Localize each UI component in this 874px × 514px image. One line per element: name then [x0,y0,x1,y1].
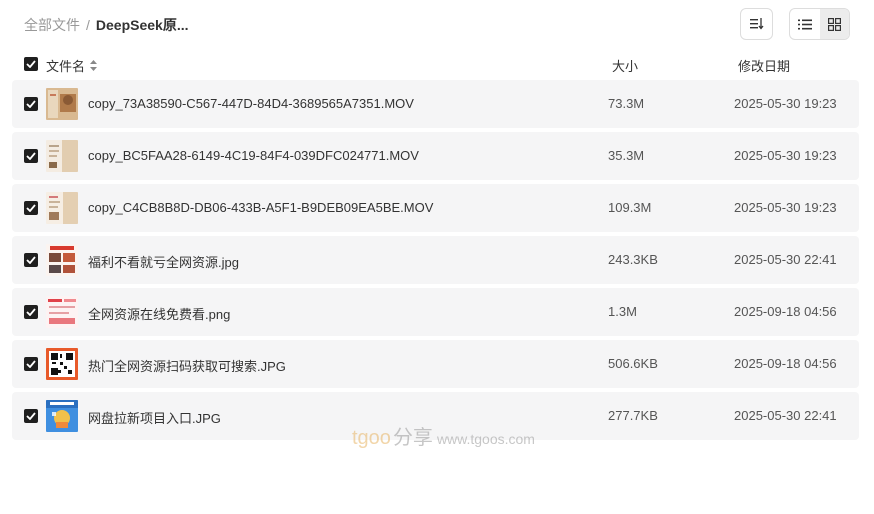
file-list: copy_73A38590-C567-447D-84D4-3689565A735… [12,80,859,444]
file-size: 243.3KB [608,252,658,267]
image-thumbnail [46,296,78,328]
check-icon [26,308,36,316]
video-thumbnail [46,88,78,120]
image-thumbnail [46,244,78,276]
grid-view-button[interactable] [819,9,849,39]
check-icon [26,152,36,160]
check-icon [26,204,36,212]
grid-view-icon [827,17,841,31]
breadcrumb-current: DeepSeek原... [95,17,189,33]
file-row[interactable]: copy_73A38590-C567-447D-84D4-3689565A735… [12,80,859,128]
file-size: 1.3M [608,304,637,319]
poster-thumbnail [46,400,78,432]
watermark-url: www.tgoos.com [436,431,535,447]
row-checkbox[interactable] [24,253,38,267]
name-column-header[interactable]: 文件名 [46,56,98,75]
check-icon [26,60,36,68]
file-row[interactable]: 全网资源在线免费看.png 1.3M 2025-09-18 04:56 [12,288,859,336]
file-name[interactable]: 全网资源在线免费看.png [88,304,230,323]
watermark: tgoo 分享 www.tgoos.com [352,421,535,450]
list-view-icon [797,19,812,29]
breadcrumb-root[interactable]: 全部文件 [24,15,80,35]
check-icon [26,256,36,264]
file-size: 35.3M [608,148,645,163]
file-date: 2025-09-18 04:56 [734,356,837,371]
list-view-button[interactable] [790,9,820,39]
file-date: 2025-09-18 04:56 [734,304,837,319]
row-checkbox[interactable] [24,149,38,163]
check-icon [26,412,36,420]
view-toggle [789,8,850,40]
file-row[interactable]: 福利不看就亏全网资源.jpg 243.3KB 2025-05-30 22:41 [12,236,859,284]
breadcrumb: 全部文件 / DeepSeek原... [24,15,189,35]
watermark-brand-cn: 分享 [392,427,433,449]
row-checkbox[interactable] [24,97,38,111]
breadcrumb-separator: / [86,17,90,33]
sort-button[interactable] [740,8,773,40]
file-size: 277.7KB [608,408,658,423]
file-date: 2025-05-30 19:23 [734,148,837,163]
file-date: 2025-05-30 19:23 [734,200,837,215]
size-column-header[interactable]: 大小 [612,56,638,75]
check-icon [26,100,36,108]
row-checkbox[interactable] [24,201,38,215]
video-thumbnail [46,140,78,172]
row-checkbox[interactable] [24,305,38,319]
file-name[interactable]: copy_73A38590-C567-447D-84D4-3689565A735… [88,96,414,111]
file-date: 2025-05-30 22:41 [734,408,837,423]
file-name[interactable]: copy_BC5FAA28-6149-4C19-84F4-039DFC02477… [88,148,419,163]
video-thumbnail [46,192,78,224]
file-name[interactable]: 热门全网资源扫码获取可搜索.JPG [88,356,286,375]
file-name[interactable]: 福利不看就亏全网资源.jpg [88,252,239,271]
file-name[interactable]: 网盘拉新项目入口.JPG [88,408,221,427]
file-size: 73.3M [608,96,645,111]
date-column-header[interactable]: 修改日期 [738,56,790,75]
qr-code-thumbnail [46,348,78,380]
check-icon [26,360,36,368]
file-row[interactable]: copy_C4CB8B8D-DB06-433B-A5F1-B9DEB09EA5B… [12,184,859,232]
sort-caret-icon [90,60,98,71]
row-checkbox[interactable] [24,357,38,371]
watermark-brand: tgoo [352,427,391,449]
top-bar: 全部文件 / DeepSeek原... [0,0,874,50]
file-row[interactable]: copy_BC5FAA28-6149-4C19-84F4-039DFC02477… [12,132,859,180]
name-column-label: 文件名 [46,59,86,74]
row-checkbox[interactable] [24,409,38,423]
select-all-checkbox[interactable] [24,57,38,71]
sort-lines-icon [749,18,764,30]
file-size: 506.6KB [608,356,658,371]
file-size: 109.3M [608,200,652,215]
file-date: 2025-05-30 19:23 [734,96,837,111]
file-date: 2025-05-30 22:41 [734,252,837,267]
file-row[interactable]: 热门全网资源扫码获取可搜索.JPG 506.6KB 2025-09-18 04:… [12,340,859,388]
file-name[interactable]: copy_C4CB8B8D-DB06-433B-A5F1-B9DEB09EA5B… [88,200,433,215]
table-header: 文件名 大小 修改日期 [12,52,859,76]
